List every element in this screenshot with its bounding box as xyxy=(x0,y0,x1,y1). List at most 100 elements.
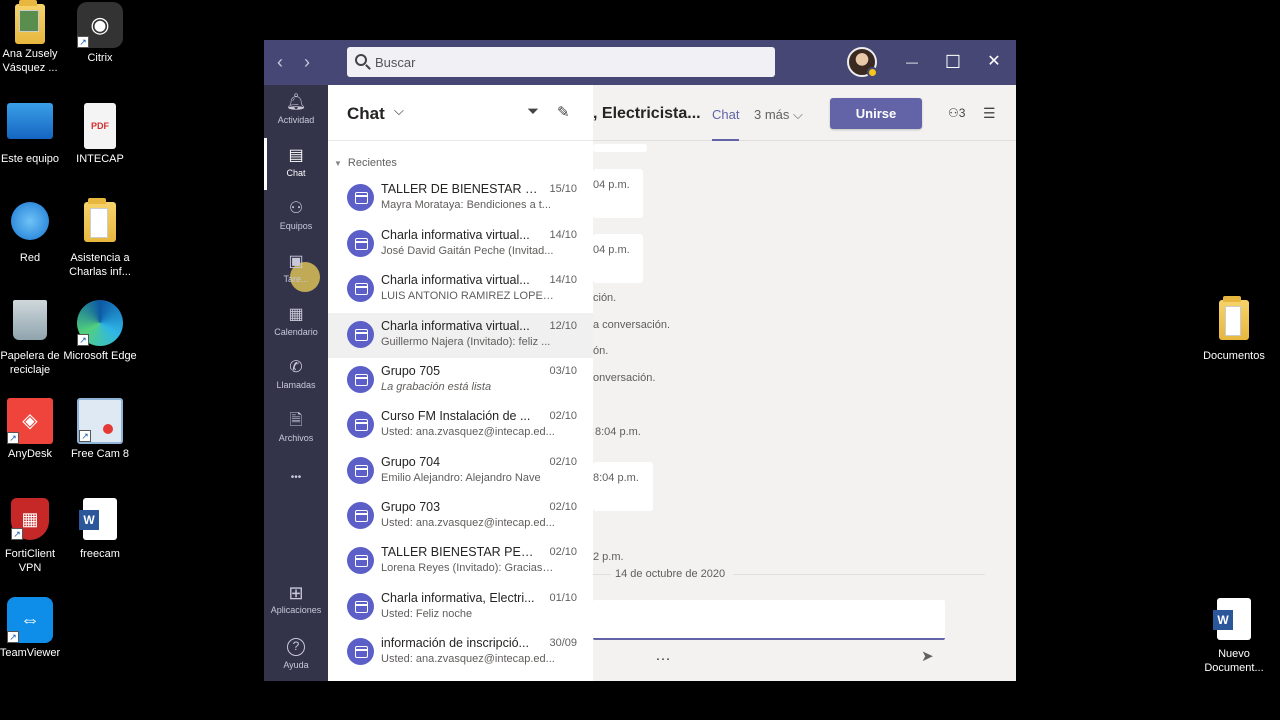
desktop-icon-nuevo-document[interactable]: W Nuevo Document... xyxy=(1197,598,1271,675)
conversation-pane: , Electricista... Chat 3 más ⌵ Unirse ⚇3… xyxy=(593,85,1016,681)
desktop-icon-documentos[interactable]: Documentos xyxy=(1197,296,1271,363)
chat-list-item[interactable]: información de inscripció... 30/09 Usted… xyxy=(328,630,593,675)
conversation-header: , Electricista... Chat 3 más ⌵ Unirse ⚇3… xyxy=(593,85,1016,141)
search-box[interactable] xyxy=(347,47,775,77)
desktop-icon-red[interactable]: Red xyxy=(0,202,67,265)
meeting-chat-icon xyxy=(347,275,374,302)
desktop-icon-asistencia[interactable]: Asistencia a Charlas inf... xyxy=(63,198,137,279)
rail-item-actividad[interactable]: 🔔︎ Actividad xyxy=(264,85,328,137)
meeting-chat-icon xyxy=(347,366,374,393)
compose-box[interactable] xyxy=(593,600,945,640)
rail-item-ayuda[interactable]: ? Ayuda xyxy=(264,628,328,680)
forward-arrow-icon[interactable]: › xyxy=(304,52,310,73)
join-button[interactable]: Unirse xyxy=(830,98,922,129)
chat-list-item[interactable]: Curso FM Instalación de ... 02/10 Usted:… xyxy=(328,403,593,448)
desktop-icon-user-folder[interactable]: Ana Zusely Vásquez ... xyxy=(0,0,67,75)
meeting-chat-icon xyxy=(347,411,374,438)
date-divider-line xyxy=(593,574,611,575)
chat-list-item-selected[interactable]: Charla informativa virtual... 12/10 Guil… xyxy=(328,313,593,358)
collapse-triangle-icon: ▼ xyxy=(334,159,342,168)
desktop-icon-edge[interactable]: ↗ Microsoft Edge xyxy=(63,300,137,363)
desktop-icon-label: Asistencia a Charlas inf... xyxy=(69,252,131,278)
desktop-icon-freecam8[interactable]: ↗ Free Cam 8 xyxy=(63,398,137,461)
rail-item-label: Actividad xyxy=(277,115,315,125)
participants-button[interactable]: ⚇3 xyxy=(948,106,965,120)
chat-item-title: Charla informativa virtual... xyxy=(381,319,530,333)
chat-item-date: 02/10 xyxy=(549,410,577,422)
more-options-icon[interactable]: … xyxy=(655,647,671,665)
rail-item-label: Llamadas xyxy=(276,380,316,390)
list-icon[interactable]: ☰ xyxy=(983,105,996,122)
rail-item-llamadas[interactable]: ✆ Llamadas xyxy=(264,350,328,402)
rail-item-equipos[interactable]: ⚇ Equipos xyxy=(264,191,328,243)
filter-icon[interactable]: ⏷ xyxy=(527,103,545,121)
minimize-button[interactable]: — xyxy=(900,50,924,74)
chat-item-title: Charla informativa, Electri... xyxy=(381,591,535,605)
system-message: a conversación. xyxy=(593,319,671,331)
chat-list-item[interactable]: Grupo 704 02/10 Emilio Alejandro: Alejan… xyxy=(328,449,593,494)
chat-item-title: TALLER BIENESTAR PERS... xyxy=(381,545,539,559)
forticlient-icon: ▦ ↗ xyxy=(11,498,49,540)
desktop-icon-label: Red xyxy=(19,252,41,264)
send-icon[interactable]: ➤ xyxy=(921,647,934,665)
rail-item-chat[interactable]: ▤ Chat xyxy=(264,138,328,190)
close-button[interactable]: ✕ xyxy=(982,50,1006,74)
calendar-icon: ▦ xyxy=(288,306,304,323)
bell-icon: 🔔︎ xyxy=(285,94,307,111)
folder-icon xyxy=(1219,296,1249,340)
system-message: ón. xyxy=(593,345,609,357)
maximize-button[interactable]: ☐ xyxy=(941,50,965,74)
section-recientes[interactable]: ▼ Recientes xyxy=(334,157,397,169)
people-icon: ⚇ xyxy=(948,106,959,120)
rail-item-tareas[interactable]: ▣ Tare... xyxy=(264,244,328,296)
chat-list-item[interactable]: Charla informativa, Electri... 01/10 Ust… xyxy=(328,585,593,630)
desktop-icon-papelera[interactable]: Papelera de reciclaje xyxy=(0,300,67,377)
chat-item-date: 14/10 xyxy=(549,229,577,241)
desktop-icon-label: FortiClient VPN xyxy=(4,548,56,574)
desktop-icon-label: Citrix xyxy=(87,52,113,64)
chat-list-panel: Chat ⌵ ⏷ ✎ ▼ Recientes TALLER DE BIENESTA… xyxy=(328,85,593,681)
rail-item-label: Tare... xyxy=(283,274,309,284)
search-input[interactable] xyxy=(375,47,765,77)
desktop-icon-label: AnyDesk xyxy=(7,448,53,460)
tab-more[interactable]: 3 más ⌵ xyxy=(754,107,803,123)
meeting-chat-icon xyxy=(347,457,374,484)
chat-list-item[interactable]: Grupo 703 02/10 Usted: ana.zvasquez@inte… xyxy=(328,494,593,539)
chevron-down-icon[interactable]: ⌵ xyxy=(394,103,404,119)
files-icon: 🗎 xyxy=(289,412,303,429)
profile-avatar[interactable] xyxy=(847,47,878,78)
chat-panel-title[interactable]: Chat xyxy=(347,104,385,124)
chat-list-item[interactable]: Charla informativa virtual... 14/10 José… xyxy=(328,222,593,267)
word-doc-icon: W xyxy=(1213,598,1251,640)
chat-item-preview: Guillermo Najera (Invitado): feliz ... xyxy=(381,336,551,348)
teams-window: ‹ › — ☐ ✕ 🔔︎ Actividad ▤ Chat ⚇ Equip xyxy=(264,40,1016,681)
desktop-icon-freecam[interactable]: W freecam xyxy=(63,498,137,561)
recycle-bin-icon xyxy=(13,300,47,340)
chat-list-header: Chat ⌵ ⏷ ✎ xyxy=(328,85,593,141)
desktop-icon-anydesk[interactable]: ◈ ↗ AnyDesk xyxy=(0,398,67,461)
rail-item-aplicaciones[interactable]: ⊞ Aplicaciones xyxy=(264,575,328,627)
anydesk-icon: ◈ ↗ xyxy=(7,398,53,444)
desktop-icon-teamviewer[interactable]: ⇔ ↗ TeamViewer xyxy=(0,597,67,660)
chat-list-item[interactable]: TALLER BIENESTAR PERS... 02/10 Lorena Re… xyxy=(328,539,593,584)
desktop-icon-forticlient[interactable]: ▦ ↗ FortiClient VPN xyxy=(0,498,67,575)
desktop-icon-intecap[interactable]: PDF INTECAP xyxy=(63,103,137,166)
new-chat-icon[interactable]: ✎ xyxy=(557,103,575,121)
desktop-icon-label: Microsoft Edge xyxy=(63,350,137,362)
rail-item-more[interactable]: ••• xyxy=(264,456,328,508)
back-arrow-icon[interactable]: ‹ xyxy=(277,52,283,73)
chat-list-item[interactable]: Charla informativa virtual... 14/10 LUIS… xyxy=(328,267,593,312)
chat-item-preview: Usted: ana.zvasquez@intecap.ed... xyxy=(381,517,555,529)
chat-item-date: 15/10 xyxy=(549,183,577,195)
tab-chat[interactable]: Chat xyxy=(712,107,740,141)
desktop-icon-este-equipo[interactable]: Este equipo xyxy=(0,103,67,166)
desktop-icon-citrix[interactable]: ◉ ↗ Citrix xyxy=(63,2,137,65)
rail-item-archivos[interactable]: 🗎 Archivos xyxy=(264,403,328,455)
chat-list-item[interactable]: Grupo 705 03/10 La grabación está lista xyxy=(328,358,593,403)
rail-item-calendario[interactable]: ▦ Calendario xyxy=(264,297,328,349)
chat-list-item[interactable]: TALLER DE BIENESTAR PE... 15/10 Mayra Mo… xyxy=(328,176,593,221)
date-divider-line xyxy=(733,574,985,575)
message-card xyxy=(593,169,643,218)
phone-icon: ✆ xyxy=(289,359,303,376)
chat-item-date: 12/10 xyxy=(549,320,577,332)
